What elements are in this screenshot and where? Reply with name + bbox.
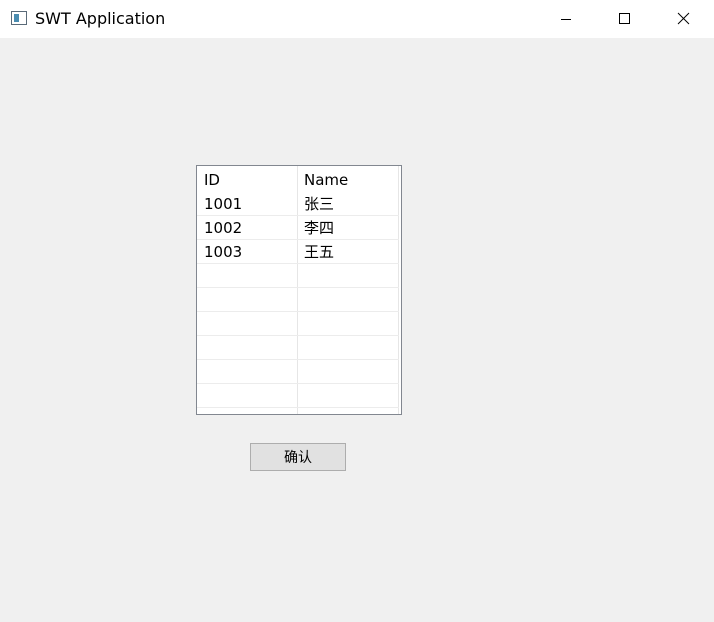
data-table[interactable]: ID Name 1001 张三 1002 李四 1003 王五 <box>196 165 402 415</box>
table-header-row: ID Name <box>197 168 399 192</box>
app-window-icon <box>11 11 27 25</box>
table-row[interactable]: 1001 张三 <box>197 192 399 216</box>
table-row[interactable] <box>197 288 399 312</box>
cell-name: 张三 <box>304 195 335 213</box>
close-icon <box>677 12 690 25</box>
table-row[interactable]: 1003 王五 <box>197 240 399 264</box>
minimize-icon <box>561 19 571 20</box>
table-row[interactable] <box>197 360 399 384</box>
cell-name: 王五 <box>304 243 335 261</box>
close-button[interactable] <box>654 0 712 38</box>
window-title: SWT Application <box>35 9 166 28</box>
table-row[interactable] <box>197 264 399 288</box>
minimize-button[interactable] <box>537 0 595 38</box>
table-row[interactable]: 1002 李四 <box>197 216 399 240</box>
confirm-button[interactable]: 确认 <box>250 443 346 471</box>
column-header-name[interactable]: Name <box>304 168 348 192</box>
title-bar[interactable]: SWT Application <box>0 0 714 38</box>
cell-id: 1001 <box>204 195 243 213</box>
maximize-icon <box>619 13 630 24</box>
application-window: SWT Application ID Name 1001 张三 1002 李四 1003… <box>0 0 714 622</box>
maximize-button[interactable] <box>595 0 653 38</box>
cell-name: 李四 <box>304 219 335 237</box>
cell-id: 1003 <box>204 243 243 261</box>
table-row[interactable] <box>197 336 399 360</box>
column-header-id[interactable]: ID <box>204 168 220 192</box>
table-row[interactable] <box>197 384 399 408</box>
table-row[interactable] <box>197 312 399 336</box>
cell-id: 1002 <box>204 219 243 237</box>
